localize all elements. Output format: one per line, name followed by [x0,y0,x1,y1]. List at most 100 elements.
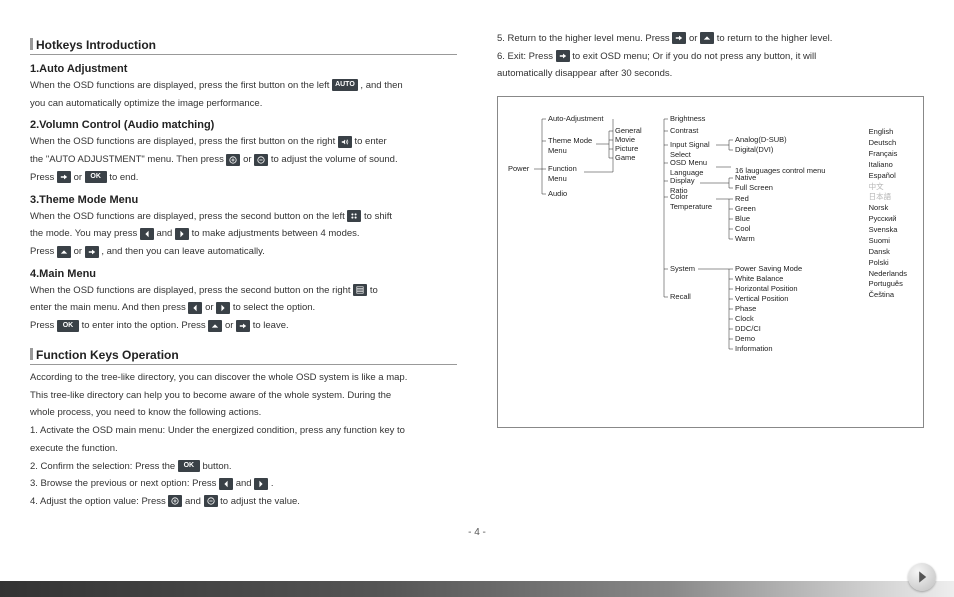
text: to enter [355,136,387,147]
plus-icon [226,154,240,166]
tree-lang-7: Norsk [869,203,907,214]
exit-icon [85,246,99,258]
tree-lang-9: Svenska [869,225,907,236]
right-p6: 6. Exit: Press to exit OSD menu; Or if y… [497,50,924,65]
tree-system-0: Power Saving Mode [735,264,802,273]
tree-system-8: Information [735,344,773,353]
auto-adjust-line1: When the OSD functions are displayed, pr… [30,79,457,94]
text: or [205,302,216,313]
text: When the OSD functions are displayed, pr… [30,80,332,91]
fkeys-p2: This tree-like directory can help you to… [30,389,457,404]
text: and [156,228,175,239]
text: and [236,478,255,489]
osd-tree-diagram: PowerAuto-AdjustmentTheme ModeMenuFuncti… [497,96,924,428]
tree-theme-picture: Picture [615,144,638,153]
text: to exit OSD menu; Or if you do not press… [572,51,816,62]
text: When the OSD functions are displayed, pr… [30,211,347,222]
tree-fn-6: System [670,264,695,273]
text: to return to the higher level. [717,33,833,44]
chevron-left-icon [188,302,202,314]
volume-line3: Press or OK to end. [30,171,457,186]
text: to select the option. [233,302,315,313]
text: button. [202,461,231,472]
function-keys-heading: Function Keys Operation [30,346,457,365]
fkeys-p5: 2. Confirm the selection: Press the OK b… [30,460,457,475]
text: enter the main menu. And then press [30,302,188,313]
right-p6c: automatically disappear after 30 seconds… [497,67,924,82]
footer-bar [0,581,954,597]
fkeys-p7: 4. Adjust the option value: Press and to… [30,495,457,510]
text: When the OSD functions are displayed, pr… [30,136,338,147]
chevron-up-icon [57,246,71,258]
tree-lang-11: Dansk [869,247,907,258]
ok-button-icon: OK [57,320,79,332]
volume-line1: When the OSD functions are displayed, pr… [30,135,457,150]
fkeys-p3: whole process, you need to know the foll… [30,406,457,421]
tree-system-3: Vertical Position [735,294,788,303]
tree-color-1: Green [735,204,756,213]
text: to enter into the option. Press [82,320,209,331]
tree-power: Power [508,164,529,173]
tree-color-0: Red [735,194,749,203]
tree-lang-13: Nederlands [869,269,907,280]
plus-icon [168,495,182,507]
text: to adjust the volume of sound. [271,154,398,165]
auto-button-icon: AUTO [332,79,358,91]
main-line2: enter the main menu. And then press or t… [30,301,457,316]
next-page-button[interactable] [908,563,936,591]
chevron-left-icon [140,228,154,240]
tree-language-list: EnglishDeutschFrançaisItalianoEspañol中文日… [869,127,907,301]
text: Press [30,172,57,183]
text: to make adjustments between 4 modes. [192,228,360,239]
tree-color-2: Blue [735,214,750,223]
theme-line1: When the OSD functions are displayed, pr… [30,210,457,225]
menu-icon [353,284,367,296]
theme-heading: 3.Theme Mode Menu [30,194,457,206]
text: 2. Confirm the selection: Press the [30,461,178,472]
tree-fn-1: Contrast [670,126,698,135]
ok-button-icon: OK [85,171,107,183]
tree-auto-adjustment: Auto-Adjustment [548,114,603,123]
minus-icon [254,154,268,166]
fkeys-p1: According to the tree-like directory, yo… [30,371,457,386]
exit-icon [57,171,71,183]
tree-lang-3: Italiano [869,160,907,171]
tree-lang-12: Polski [869,258,907,269]
tree-lang-5: 中文 [869,182,907,193]
tree-color-4: Warm [735,234,755,243]
exit-icon [672,32,686,44]
tree-ratio-1: Full Screen [735,183,773,192]
speaker-icon [338,136,352,148]
tree-fn-7: Recall [670,292,691,301]
tree-system-7: Demo [735,334,755,343]
chevron-right-icon [254,478,268,490]
fkeys-p4b: execute the function. [30,442,457,457]
text: or [689,33,700,44]
text: , and then you can leave automatically. [101,246,265,257]
text: When the OSD functions are displayed, pr… [30,285,353,296]
tree-fn-0: Brightness [670,114,705,123]
tree-system-4: Phase [735,304,756,313]
text: Press [30,320,57,331]
ok-button-icon: OK [178,460,200,472]
tree-system-5: Clock [735,314,754,323]
text: 6. Exit: Press [497,51,556,62]
tree-fn-2: Input SignalSelect [670,140,710,159]
tree-lang-1: Deutsch [869,138,907,149]
tree-theme-mode-menu: Theme ModeMenu [548,136,592,155]
tree-lang-0: English [869,127,907,138]
hotkeys-heading: Hotkeys Introduction [30,36,457,55]
tree-theme-game: Game [615,153,635,162]
tree-theme-movie: Movie [615,135,635,144]
text: 3. Browse the previous or next option: P… [30,478,219,489]
tree-ratio-0: Native [735,173,756,182]
chevron-up-icon [208,320,222,332]
page-number: - 4 - [0,527,954,538]
tree-lang-2: Français [869,149,907,160]
fkeys-p6: 3. Browse the previous or next option: P… [30,477,457,492]
text: to leave. [253,320,289,331]
text: to adjust the value. [220,496,300,507]
auto-adjust-heading: 1.Auto Adjustment [30,63,457,75]
tree-lang-4: Español [869,171,907,182]
text: the mode. You may press [30,228,140,239]
